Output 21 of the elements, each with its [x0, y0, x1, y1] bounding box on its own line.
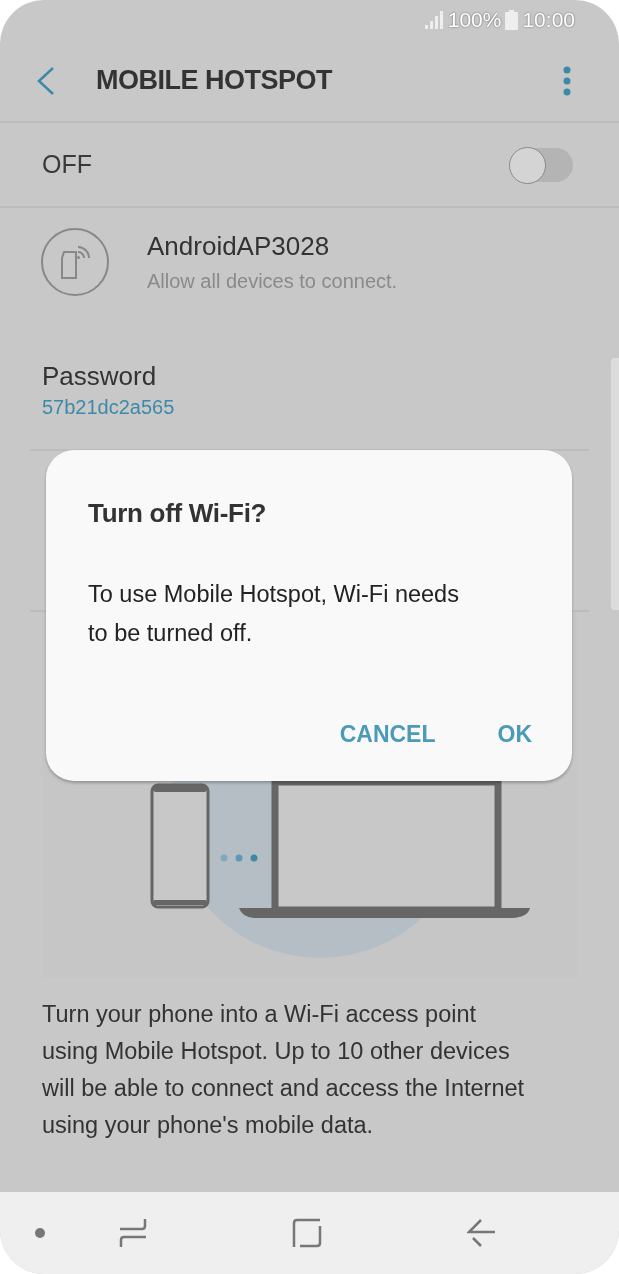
back-nav-button[interactable]	[467, 1218, 497, 1248]
dialog-button[interactable]: CANCEL	[339, 717, 436, 752]
dialog-message: To use Mobile Hotspot, Wi-Fi needs to be turned off.	[88, 580, 460, 648]
home-button[interactable]	[292, 1218, 322, 1248]
password-value: 57b21dc2a565	[42, 395, 175, 421]
hotspot-switch[interactable]	[511, 147, 573, 182]
description-text: Turn your phone into a Wi-Fi access point using Mobile Hotspot. Up to 10 other devices will be able to connect and access the Internet using your phone's mobile data.	[41, 1000, 526, 1140]
signal-icon	[423, 11, 444, 29]
network-name: AndroidAP3028	[147, 230, 331, 263]
switch-label: OFF	[42, 148, 92, 180]
more-options-button[interactable]	[563, 65, 571, 96]
battery-icon	[505, 10, 519, 30]
dialog-title: Turn off Wi-Fi?	[88, 497, 268, 530]
back-button[interactable]	[36, 65, 56, 96]
hotspot-icon	[41, 227, 109, 296]
dialog-button[interactable]: OK	[497, 717, 532, 752]
network-subtitle: Allow all devices to connect.	[147, 269, 398, 294]
dot-icon	[34, 1227, 46, 1239]
recents-button[interactable]	[118, 1217, 148, 1249]
page-title: MOBILE HOTSPOT	[96, 64, 334, 98]
password-label: Password	[42, 361, 157, 393]
